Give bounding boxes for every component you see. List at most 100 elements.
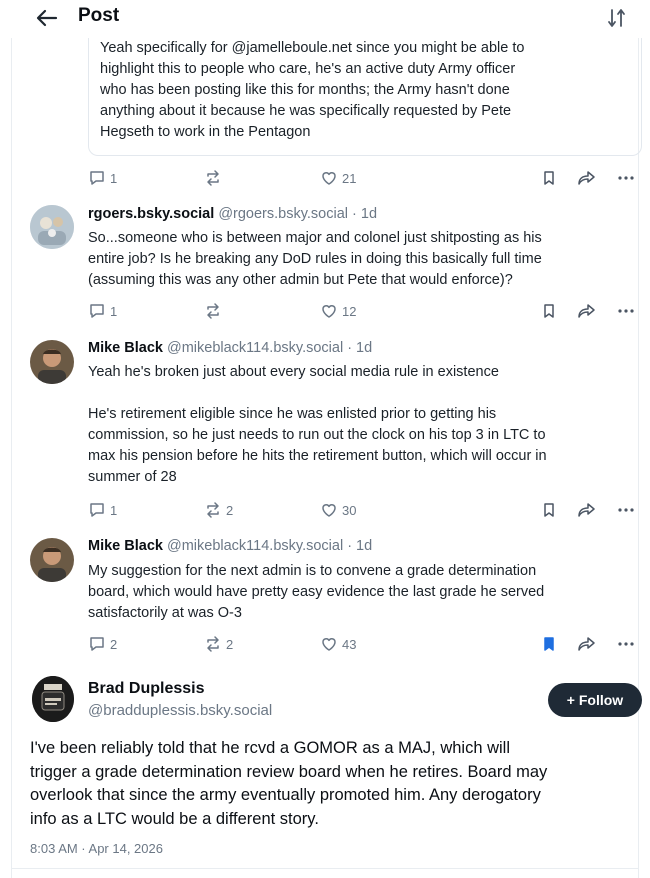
- reply-count: 2: [110, 636, 118, 652]
- text-line: max his pension before he hits the retir…: [88, 448, 547, 464]
- repost-icon: [207, 303, 219, 319]
- bookmark-button[interactable]: [540, 499, 558, 521]
- repost-button[interactable]: [204, 300, 226, 322]
- text-line: trigger a grade determination review boa…: [30, 762, 548, 781]
- text-line: board, which would have pretty easy evid…: [88, 584, 545, 600]
- text-line: overlook that since the army eventually …: [30, 786, 541, 804]
- text-line: I've been reliably told that he rcvd a G…: [30, 739, 511, 757]
- share-button[interactable]: [577, 499, 597, 521]
- share-icon: [578, 171, 595, 185]
- bookmark-icon: [544, 304, 554, 318]
- reply-button[interactable]: 2: [88, 633, 117, 655]
- share-icon: [578, 637, 595, 651]
- like-count: 30: [342, 502, 357, 518]
- like-button[interactable]: 12: [320, 300, 356, 322]
- bookmark-button[interactable]: [540, 300, 558, 322]
- reply-count: 1: [110, 502, 118, 518]
- text-line: Yeah he's broken just about every social…: [88, 364, 499, 380]
- divider: [12, 868, 638, 869]
- reply-text: My suggestion for the next admin is to c…: [88, 561, 638, 624]
- quoted-post-text: Yeah specifically for @jamelleboule.net …: [100, 38, 620, 143]
- sort-filter-icon[interactable]: [606, 7, 628, 29]
- like-button[interactable]: 43: [320, 633, 356, 655]
- quoted-actions: 1 21: [88, 167, 640, 189]
- more-options-icon[interactable]: [616, 167, 636, 189]
- repost-count: 2: [226, 502, 234, 518]
- quoted-line: Hegseth to work in the Pentagon: [100, 124, 311, 140]
- post-text: I've been reliably told that he rcvd a G…: [30, 737, 640, 831]
- text-line: satisfactorily at was O-3: [88, 605, 242, 621]
- bookmark-icon: [544, 503, 554, 517]
- quoted-line: highlight this to people who care, he's …: [100, 61, 516, 77]
- page-title: Post: [78, 5, 120, 26]
- share-button[interactable]: [577, 167, 597, 189]
- share-button[interactable]: [577, 633, 597, 655]
- reply-author: Mike Black @mikeblack114.bsky.social · 1…: [88, 538, 372, 554]
- heart-icon: [322, 504, 336, 517]
- reply-actions: 1 2 30: [88, 499, 640, 521]
- more-options-icon[interactable]: [616, 633, 636, 655]
- quoted-line: Yeah specifically for @jamelleboule.net …: [100, 40, 525, 56]
- reply-button[interactable]: 1: [88, 499, 117, 521]
- author-handle[interactable]: @bradduplessis.bsky.social: [88, 702, 272, 719]
- more-options-icon[interactable]: [616, 300, 636, 322]
- reply-icon: [90, 304, 104, 318]
- repost-icon: [207, 502, 219, 518]
- heart-icon: [322, 638, 336, 651]
- text-line: info as a LTC would be a different story…: [30, 809, 319, 828]
- reply-text: Yeah he's broken just about every social…: [88, 362, 638, 488]
- avatar[interactable]: [30, 538, 74, 582]
- bookmark-icon: [544, 171, 554, 185]
- share-button[interactable]: [577, 300, 597, 322]
- arrow-left-icon[interactable]: [34, 6, 60, 30]
- like-count: 21: [342, 170, 357, 186]
- bookmark-filled-icon: [544, 637, 554, 651]
- quoted-line: who has been posting like this for month…: [100, 82, 510, 98]
- repost-icon: [207, 636, 219, 652]
- repost-icon: [207, 170, 219, 186]
- reply-text: So...someone who is between major and co…: [88, 228, 638, 291]
- share-icon: [578, 503, 595, 517]
- avatar[interactable]: [30, 205, 74, 249]
- repost-button[interactable]: 2: [204, 633, 233, 655]
- text-line: [88, 383, 638, 404]
- avatar[interactable]: [32, 676, 74, 722]
- like-button[interactable]: 30: [320, 499, 356, 521]
- text-line: entire job? Is he breaking any DoD rules…: [88, 251, 542, 267]
- repost-count: 2: [226, 636, 234, 652]
- author-name[interactable]: Brad Duplessis: [88, 680, 204, 698]
- like-button[interactable]: 21: [320, 167, 356, 189]
- repost-button[interactable]: 2: [204, 499, 233, 521]
- author-handle[interactable]: @mikeblack114.bsky.social · 1d: [167, 340, 372, 356]
- author-name[interactable]: Mike Black: [88, 340, 163, 356]
- reply-icon: [90, 637, 104, 651]
- heart-icon: [322, 305, 336, 318]
- avatar[interactable]: [30, 340, 74, 384]
- post-timestamp[interactable]: 8:03 AM · Apr 14, 2026: [30, 841, 163, 856]
- author-handle[interactable]: @rgoers.bsky.social · 1d: [218, 206, 377, 222]
- reply-author: Mike Black @mikeblack114.bsky.social · 1…: [88, 340, 372, 356]
- text-line: My suggestion for the next admin is to c…: [88, 563, 537, 579]
- reply-count: 1: [110, 303, 118, 319]
- like-count: 43: [342, 636, 357, 652]
- quoted-line: anything about it because he was specifi…: [100, 103, 512, 119]
- share-icon: [578, 304, 595, 318]
- reply-icon: [90, 503, 104, 517]
- reply-icon: [90, 171, 104, 185]
- text-line: commission, so he just needs to run out …: [88, 427, 546, 443]
- bookmark-button-active[interactable]: [540, 633, 558, 655]
- reply-count: 1: [110, 170, 118, 186]
- author-handle[interactable]: @mikeblack114.bsky.social · 1d: [167, 538, 372, 554]
- follow-button[interactable]: + Follow: [548, 683, 642, 717]
- author-name[interactable]: Mike Black: [88, 538, 163, 554]
- reply-button[interactable]: 1: [88, 167, 117, 189]
- author-name[interactable]: rgoers.bsky.social: [88, 206, 214, 222]
- text-line: (assuming this was any other admin but P…: [88, 272, 513, 288]
- text-line: He's retirement eligible since he was en…: [88, 406, 497, 422]
- repost-button[interactable]: [204, 167, 226, 189]
- text-line: So...someone who is between major and co…: [88, 230, 542, 246]
- more-options-icon[interactable]: [616, 499, 636, 521]
- bookmark-button[interactable]: [540, 167, 558, 189]
- heart-icon: [322, 172, 336, 185]
- reply-button[interactable]: 1: [88, 300, 117, 322]
